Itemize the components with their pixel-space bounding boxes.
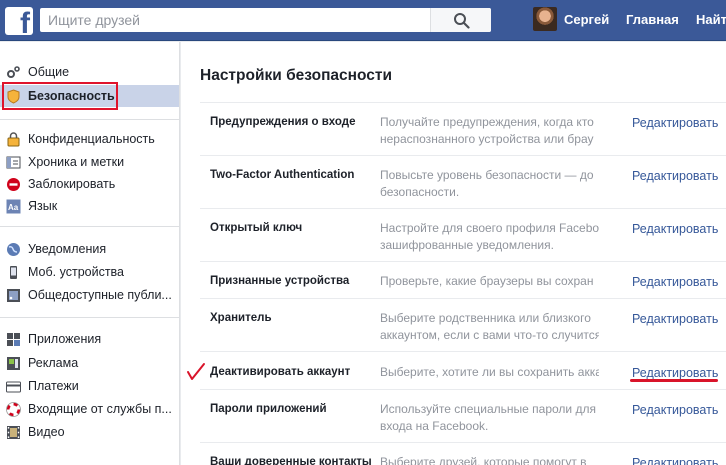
mobile-icon [6,265,21,280]
search-button[interactable] [430,8,491,32]
sidebar-item-label: Уведомления [28,242,107,256]
divider [0,119,179,120]
row-description: Повысьте уровень безопасности — до безопа… [380,168,594,199]
underline-annotation [630,379,718,382]
globe-icon [6,242,21,257]
sidebar-item-payments[interactable]: Платежи [0,375,179,397]
edit-link[interactable]: Редактировать [632,222,718,236]
row-label: Ваши доверенные контакты [210,456,372,465]
block-icon [6,177,21,192]
sidebar-item-blocking[interactable]: Заблокировать [0,173,179,195]
facebook-logo-icon[interactable]: f [5,7,33,35]
sidebar-item-apps[interactable]: Приложения [0,328,179,350]
edit-link[interactable]: Редактировать [632,312,718,326]
divider [0,226,179,227]
row-description: Настройте для своего профиля Facebo зашиф… [380,221,599,252]
edit-link[interactable]: Редактировать [632,275,718,289]
card-icon [6,379,21,394]
row-description: Используйте специальные пароли для входа … [380,402,596,433]
lock-icon [6,131,21,147]
row-label: Хранитель [210,312,272,324]
sidebar-item-label: Видео [28,425,65,439]
sidebar-item-label: Платежи [28,379,79,393]
row-description: Выберите друзей, которые помогут в [380,455,587,465]
sidebar-item-label: Приложения [28,332,102,346]
page-title: Настройки безопасности [200,67,393,84]
divider [0,317,179,318]
sidebar-item-ads[interactable]: Реклама [0,352,179,374]
apps-icon [6,332,21,347]
gear-icon [6,65,21,80]
sidebar-item-label: Общедоступные публи... [28,288,172,302]
sidebar-item-label: Язык [28,199,58,213]
search-input[interactable] [40,8,444,32]
search-box [40,8,491,32]
row-label: Деактивировать аккаунт [210,366,351,378]
highlight-annotation [2,82,118,110]
sidebar-item-general[interactable]: Общие [0,61,179,83]
sidebar-item-mobile[interactable]: Моб. устройства [0,261,179,283]
home-link[interactable]: Главная [626,12,679,27]
top-bar: f Сергей Главная Найти [0,0,726,41]
timeline-icon [6,155,21,170]
settings-row-deactivate-account[interactable]: Деактивировать аккаунт Выберите, хотите … [200,351,726,389]
settings-row-login-alerts[interactable]: Предупреждения о входе Получайте предупр… [200,102,726,155]
sidebar-item-label: Общие [28,65,70,79]
security-settings-panel: Настройки безопасности Предупреждения о … [181,42,726,465]
edit-link-deactivate[interactable]: Редактировать [632,366,718,380]
sidebar-item-notifications[interactable]: Уведомления [0,238,179,260]
settings-row-trusted-contacts[interactable]: Ваши доверенные контакты Выберите друзей… [200,442,726,465]
profile-link[interactable]: Сергей [564,12,609,27]
avatar[interactable] [533,7,557,31]
row-description: Проверьте, какие браузеры вы сохран [380,274,594,288]
edit-link[interactable]: Редактировать [632,403,718,417]
sidebar-item-language[interactable]: Aa Язык [0,195,179,217]
sidebar-item-privacy[interactable]: Конфиденциальность [0,128,179,150]
checkmark-annotation-icon [187,363,205,380]
edit-link[interactable]: Редактировать [632,456,718,465]
find-friends-link[interactable]: Найти [696,12,726,27]
film-icon [6,425,21,440]
svg-text:Aa: Aa [8,203,19,212]
sidebar-item-public-posts[interactable]: Общедоступные публи... [0,284,179,306]
settings-row-public-key[interactable]: Открытый ключ Настройте для своего профи… [200,208,726,261]
row-label: Предупреждения о входе [210,116,356,128]
sidebar-item-videos[interactable]: Видео [0,421,179,443]
sidebar-item-support-inbox[interactable]: Входящие от службы п... [0,398,179,420]
row-label: Two-Factor Authentication [210,169,355,181]
row-description: Получайте предупреждения, когда кто нерас… [380,115,594,146]
edit-link[interactable]: Редактировать [632,116,718,130]
settings-row-legacy-contact[interactable]: Хранитель Выберите родственника или близ… [200,298,726,351]
settings-row-app-passwords[interactable]: Пароли приложений Используйте специальны… [200,389,726,442]
ads-icon [6,356,21,371]
sidebar-item-label: Заблокировать [28,177,116,191]
sidebar-item-label: Конфиденциальность [28,132,155,146]
sidebar-item-label: Входящие от службы п... [28,402,172,416]
row-label: Признанные устройства [210,275,350,287]
language-icon: Aa [6,199,21,214]
sidebar-item-label: Моб. устройства [28,265,125,279]
row-description: Выберите, хотите ли вы сохранить акка [380,365,599,379]
sidebar-item-label: Хроника и метки [28,155,125,169]
rss-icon [6,288,21,303]
lifebuoy-icon [6,401,21,417]
row-label: Открытый ключ [210,222,303,234]
row-label: Пароли приложений [210,403,327,415]
sidebar-item-label: Реклама [28,356,79,370]
edit-link[interactable]: Редактировать [632,169,718,183]
search-icon [454,13,470,29]
settings-row-two-factor[interactable]: Two-Factor Authentication Повысьте урове… [200,155,726,208]
row-description: Выберите родственника или близкого аккаун… [380,311,599,342]
sidebar-item-timeline[interactable]: Хроника и метки [0,151,179,173]
settings-row-recognized-devices[interactable]: Признанные устройства Проверьте, какие б… [200,261,726,298]
